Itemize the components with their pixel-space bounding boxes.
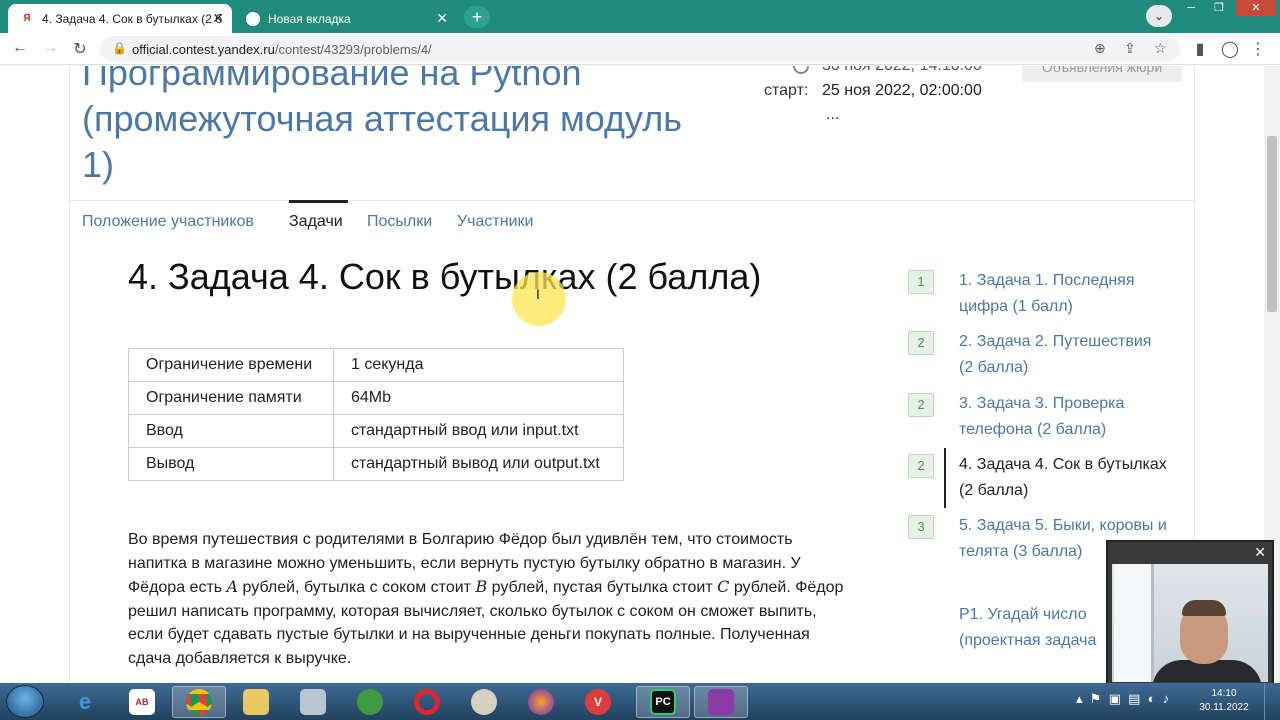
math-var: B bbox=[475, 577, 488, 597]
contest-nav: Положение участников Задачи Посылки Учас… bbox=[70, 200, 1194, 240]
url-path: /contest/43293/problems/4/ bbox=[274, 42, 432, 57]
url-text[interactable]: official.contest.yandex.ru/contest/43293… bbox=[132, 42, 432, 57]
menu-icon[interactable]: ⋮ bbox=[1248, 39, 1268, 59]
math-var: A bbox=[226, 577, 239, 597]
tab-submissions[interactable]: Посылки bbox=[367, 213, 432, 231]
reload-icon[interactable]: ↻ bbox=[70, 39, 90, 59]
start-button-icon[interactable] bbox=[6, 685, 44, 718]
more-ellipsis[interactable]: ... bbox=[826, 106, 839, 124]
score-badge: 2 bbox=[908, 393, 934, 417]
webcam-overlay[interactable]: ✕ bbox=[1106, 540, 1274, 685]
clock-date: 30.11.2022 bbox=[1199, 702, 1249, 713]
active-problem-indicator bbox=[944, 448, 946, 508]
limit-key: Вывод bbox=[128, 447, 334, 481]
table-row: Вывод стандартный вывод или output.txt bbox=[128, 447, 624, 481]
firefox-icon[interactable] bbox=[514, 686, 568, 718]
zoom-icon[interactable]: ⊕ bbox=[1094, 40, 1106, 57]
tab-title: Новая вкладка bbox=[268, 11, 351, 26]
window-close-icon[interactable]: ✕ bbox=[1236, 0, 1276, 16]
limit-value: стандартный ввод или input.txt bbox=[333, 414, 624, 448]
tab-problems[interactable]: Задачи bbox=[289, 213, 343, 231]
problem-link[interactable]: 4. Задача 4. Сок в бутылках (2 балла) bbox=[959, 452, 1169, 504]
page-content: Программирование на Python (промежуточна… bbox=[0, 66, 1280, 683]
problem-title: 4. Задача 4. Сок в бутылках (2 балла) bbox=[128, 256, 762, 297]
turtle-icon[interactable] bbox=[343, 686, 397, 718]
chrome-icon bbox=[246, 11, 260, 26]
statement-text: рублей, бутылка с соком стоит bbox=[238, 579, 476, 597]
limit-key: Ввод bbox=[128, 414, 334, 448]
tab-participants[interactable]: Участники bbox=[457, 213, 533, 231]
tab-title: 4. Задача 4. Сок в бутылках (2 б bbox=[42, 11, 223, 26]
jury-announcements-button[interactable]: Объявления жюри bbox=[1022, 66, 1182, 82]
taskbar: e AB V PC ▴ ⚑ ▣ ▤ ◐ ♪ 14:10 30.11.2022 bbox=[0, 683, 1280, 720]
tab-active[interactable]: Я 4. Задача 4. Сок в бутылках (2 б ✕ bbox=[8, 4, 232, 33]
problem-link[interactable]: 3. Задача 3. Проверка телефона (2 балла) bbox=[959, 391, 1169, 443]
start-label: старт: bbox=[764, 82, 809, 99]
close-tab-icon[interactable]: ✕ bbox=[436, 10, 448, 27]
start-value: 25 ноя 2022, 02:00:00 bbox=[822, 82, 982, 99]
url-host: official.contest.yandex.ru bbox=[132, 42, 275, 57]
recorder-icon[interactable] bbox=[694, 686, 748, 718]
sidepanel-icon[interactable]: ▮ bbox=[1190, 39, 1210, 59]
score-badge: 2 bbox=[908, 454, 934, 478]
background-window bbox=[1114, 564, 1154, 682]
webcam-video bbox=[1112, 564, 1268, 682]
back-icon[interactable]: ← bbox=[10, 39, 30, 57]
table-row: Ограничение памяти 64Mb bbox=[128, 381, 624, 415]
limits-table: Ограничение времени 1 секунда Ограничени… bbox=[128, 348, 624, 481]
score-badge: 3 bbox=[908, 515, 934, 539]
math-var: C bbox=[717, 577, 730, 597]
tab-standings[interactable]: Положение участников bbox=[82, 213, 254, 231]
limit-value: 1 секунда bbox=[333, 348, 624, 382]
end-time: 30 ноя 2022, 14:10:00 bbox=[822, 66, 982, 75]
opera-icon[interactable] bbox=[400, 686, 454, 718]
problem-statement: Во время путешествия с родителями в Болг… bbox=[128, 528, 848, 671]
browser-toolbar: ← → ↻ 🔒 official.contest.yandex.ru/conte… bbox=[0, 33, 1280, 65]
limit-key: Ограничение времени bbox=[128, 348, 334, 382]
clock-time: 14:10 bbox=[1211, 688, 1237, 699]
limit-value: стандартный вывод или output.txt bbox=[333, 447, 624, 481]
bookmark-star-icon[interactable]: ☆ bbox=[1154, 40, 1167, 57]
limit-value: 64Mb bbox=[333, 381, 624, 415]
profile-icon[interactable]: ◯ bbox=[1220, 39, 1240, 59]
scrollbar-thumb[interactable] bbox=[1267, 136, 1277, 312]
paint-icon[interactable] bbox=[457, 686, 511, 718]
ie-icon[interactable]: e bbox=[58, 686, 112, 718]
tab-new[interactable]: Новая вкладка ✕ bbox=[234, 4, 456, 33]
forward-icon[interactable]: → bbox=[40, 39, 60, 57]
abnet-icon[interactable]: AB bbox=[115, 686, 169, 718]
problem-link[interactable]: 2. Задача 2. Путешествия (2 балла) bbox=[959, 329, 1169, 381]
lock-icon: 🔒 bbox=[112, 41, 127, 55]
yandex-favicon-icon: Я bbox=[20, 11, 34, 26]
table-row: Ограничение времени 1 секунда bbox=[128, 348, 624, 382]
chrome-icon[interactable] bbox=[172, 686, 226, 718]
limit-key: Ограничение памяти bbox=[128, 381, 334, 415]
active-tab-indicator bbox=[289, 200, 348, 203]
chevron-down-icon[interactable]: ⌄ bbox=[1146, 5, 1172, 27]
share-icon[interactable]: ⇪ bbox=[1124, 40, 1136, 57]
score-badge: 1 bbox=[908, 270, 934, 294]
contest-title[interactable]: Программирование на Python (промежуточна… bbox=[82, 66, 722, 188]
show-desktop-button[interactable] bbox=[1264, 683, 1280, 720]
new-tab-button[interactable]: + bbox=[464, 6, 490, 28]
close-tab-icon[interactable]: ✕ bbox=[212, 10, 224, 27]
person-hair bbox=[1182, 600, 1226, 616]
pycharm-icon[interactable]: PC bbox=[636, 686, 690, 718]
problem-link[interactable]: 1. Задача 1. Последняя цифра (1 балл) bbox=[959, 268, 1169, 320]
system-tray[interactable]: ▴ ⚑ ▣ ▤ ◐ ♪ bbox=[1076, 691, 1169, 707]
statement-text: рублей, пустая бутылка стоит bbox=[487, 579, 718, 597]
calculator-icon[interactable] bbox=[286, 686, 340, 718]
text-cursor-icon: I bbox=[536, 286, 540, 302]
address-bar[interactable]: 🔒 official.contest.yandex.ru/contest/432… bbox=[100, 36, 1180, 62]
score-badge: 2 bbox=[908, 331, 934, 355]
close-icon[interactable]: ✕ bbox=[1254, 544, 1266, 561]
minimize-icon[interactable]: ─ bbox=[1180, 0, 1202, 16]
taskbar-clock[interactable]: 14:10 30.11.2022 bbox=[1196, 687, 1252, 715]
vivaldi-icon[interactable]: V bbox=[571, 686, 625, 718]
browser-tab-strip: Я 4. Задача 4. Сок в бутылках (2 б ✕ Нов… bbox=[0, 0, 1280, 33]
explorer-icon[interactable] bbox=[229, 686, 283, 718]
restore-icon[interactable]: ❐ bbox=[1206, 0, 1232, 16]
table-row: Ввод стандартный ввод или input.txt bbox=[128, 414, 624, 448]
